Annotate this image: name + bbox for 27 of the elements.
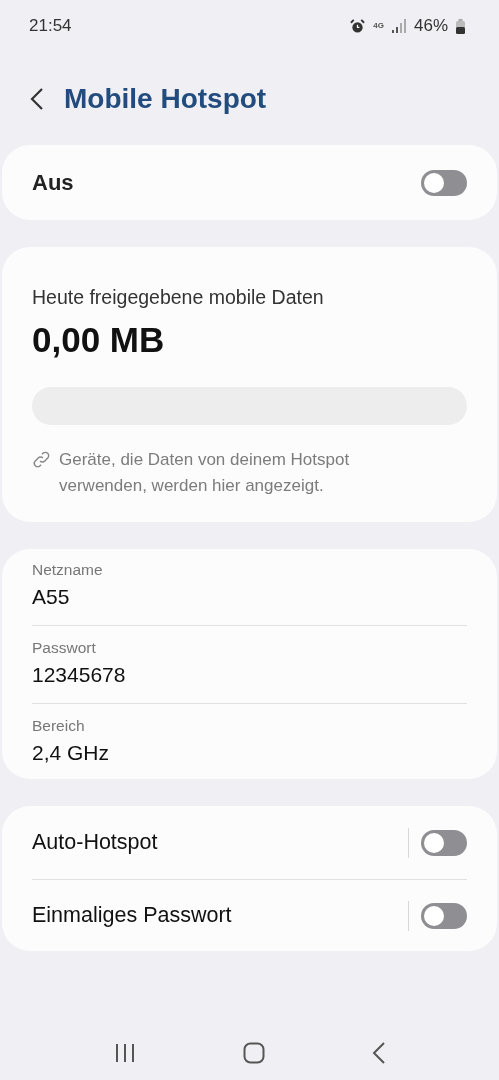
status-time: 21:54: [29, 15, 72, 38]
page-title: Mobile Hotspot: [64, 81, 267, 116]
network-type: 4G: [373, 22, 384, 30]
back-nav-button[interactable]: [371, 1042, 386, 1064]
alarm-icon: [350, 18, 366, 34]
setting-value[interactable]: A55: [32, 581, 467, 613]
battery-icon: [456, 18, 465, 34]
switch-label: Aus: [32, 169, 74, 197]
setting-label: Passwort: [32, 637, 97, 658]
setting-value[interactable]: 12345678: [32, 659, 467, 691]
option-label[interactable]: Einmaliges Passwort: [32, 899, 408, 932]
toggle-switch[interactable]: [421, 902, 467, 929]
home-button[interactable]: [242, 1042, 265, 1064]
usage-amount: 0,00 MB: [32, 319, 166, 362]
setting-label: Netzname: [32, 560, 104, 580]
signal-icon: [391, 19, 406, 33]
hint-text: Geräte, die Daten von deinem Hotspot verwenden, werden hier angezeigt.: [59, 448, 351, 497]
link-icon: [32, 449, 51, 469]
setting-value[interactable]: 2,4 GHz: [32, 736, 467, 769]
toggle-switch[interactable]: [421, 829, 467, 856]
battery-level: 46%: [413, 15, 448, 38]
setting-label: Bereich: [32, 715, 86, 736]
usage-label: Heute freigegebene mobile Daten: [32, 285, 325, 310]
back-button[interactable]: [30, 86, 44, 111]
toggle-switch[interactable]: [421, 169, 467, 196]
option-label[interactable]: Auto-Hotspot: [32, 826, 408, 859]
recent-apps-button[interactable]: [113, 1043, 136, 1063]
